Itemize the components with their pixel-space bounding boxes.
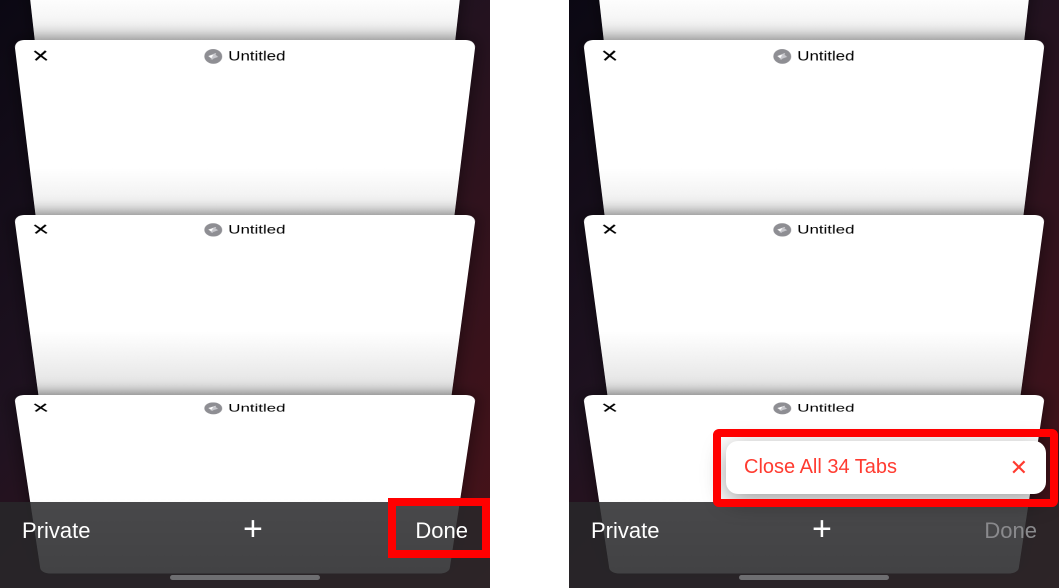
compass-icon: [204, 223, 222, 236]
tab-title: Untitled: [228, 48, 285, 64]
compass-icon: [773, 223, 791, 236]
done-button[interactable]: Done: [415, 518, 468, 544]
home-indicator[interactable]: [739, 575, 889, 580]
tab-title: Untitled: [228, 402, 285, 415]
private-button[interactable]: Private: [591, 518, 659, 544]
tab-card[interactable]: ✕ Untitled: [14, 215, 476, 415]
close-all-tabs-menu[interactable]: Close All 34 Tabs ✕: [726, 441, 1046, 494]
compass-icon: [773, 402, 791, 414]
compass-icon: [204, 402, 222, 414]
toolbar: Private + Done: [0, 502, 490, 588]
new-tab-button[interactable]: +: [243, 518, 263, 540]
tab-stack: ✕ Untitled ✕ Untitled ✕ Unti: [569, 0, 1059, 588]
compass-icon: [773, 49, 791, 64]
tab-switcher-left: ✕ Untitled ✕ Untitled ✕ Unti: [0, 0, 490, 588]
tab-title: Untitled: [797, 222, 854, 237]
close-icon: ✕: [1010, 455, 1028, 481]
new-tab-button[interactable]: +: [812, 518, 832, 540]
tab-switcher-right: ✕ Untitled ✕ Untitled ✕ Unti: [569, 0, 1059, 588]
tab-title: Untitled: [228, 222, 285, 237]
tab-title: Untitled: [797, 402, 854, 415]
home-indicator[interactable]: [170, 575, 320, 580]
compass-icon: [204, 49, 222, 64]
tab-card[interactable]: ✕ Untitled: [583, 215, 1045, 415]
done-button[interactable]: Done: [984, 518, 1037, 544]
toolbar: Private + Done: [569, 502, 1059, 588]
tab-stack: ✕ Untitled ✕ Untitled ✕ Unti: [0, 0, 490, 588]
close-all-tabs-label[interactable]: Close All 34 Tabs: [744, 456, 1010, 479]
private-button[interactable]: Private: [22, 518, 90, 544]
tab-title: Untitled: [797, 48, 854, 64]
